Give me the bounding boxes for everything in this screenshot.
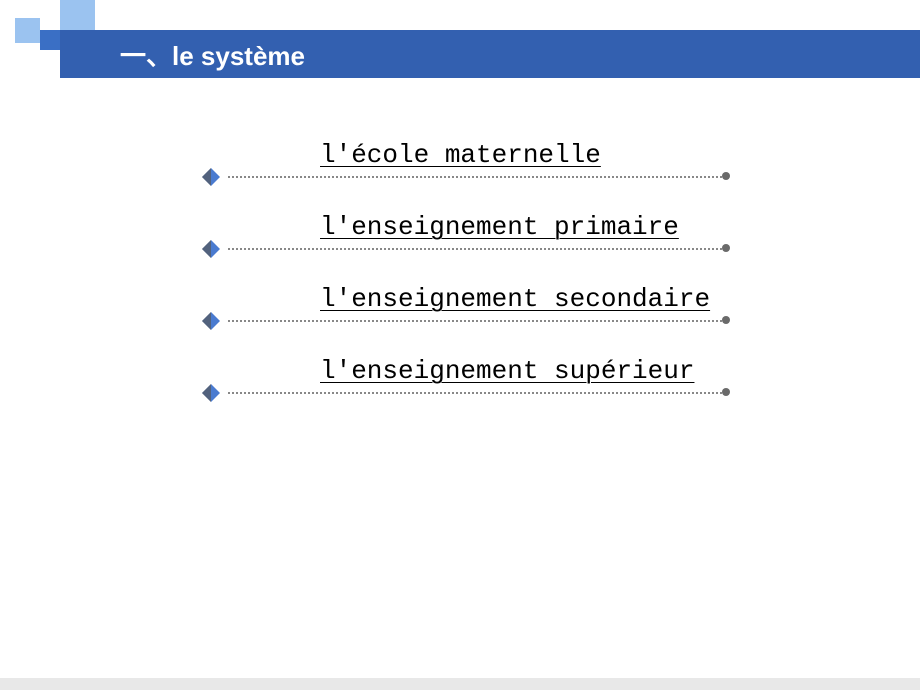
list-item-label: l'enseignement primaire [320, 212, 679, 242]
end-dot-icon [722, 244, 730, 252]
decoration-square-light-2 [15, 18, 40, 43]
page-title: 一、le système [120, 36, 305, 73]
dotted-line [228, 248, 722, 250]
dotted-line [228, 392, 722, 394]
diamond-bullet-icon [200, 166, 222, 188]
decoration-square-light-1 [60, 0, 95, 30]
diamond-bullet-icon [200, 310, 222, 332]
list-item-label: l'école maternelle [320, 140, 601, 170]
list-item-label: l'enseignement supérieur [320, 356, 694, 386]
decoration-square-dark [40, 30, 60, 50]
list-item-label: l'enseignement secondaire [320, 284, 710, 314]
content-list: l'école maternelle l'enseignement primai… [200, 140, 730, 428]
list-item: l'enseignement supérieur [200, 356, 730, 426]
title-bar: 一、le système [60, 30, 920, 78]
list-item: l'école maternelle [200, 140, 730, 210]
dotted-line [228, 176, 722, 178]
list-item: l'enseignement primaire [200, 212, 730, 282]
diamond-bullet-icon [200, 382, 222, 404]
list-item: l'enseignement secondaire [200, 284, 730, 354]
end-dot-icon [722, 316, 730, 324]
bottom-bar [0, 678, 920, 690]
diamond-bullet-icon [200, 238, 222, 260]
dotted-line [228, 320, 722, 322]
end-dot-icon [722, 388, 730, 396]
end-dot-icon [722, 172, 730, 180]
